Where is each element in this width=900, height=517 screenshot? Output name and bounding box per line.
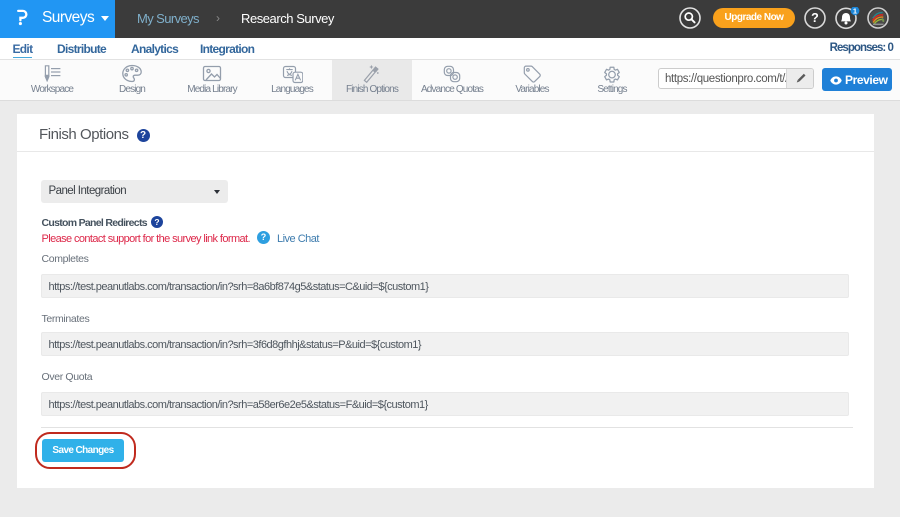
svg-text:1: 1 <box>853 7 857 16</box>
svg-text:?: ? <box>811 11 819 25</box>
